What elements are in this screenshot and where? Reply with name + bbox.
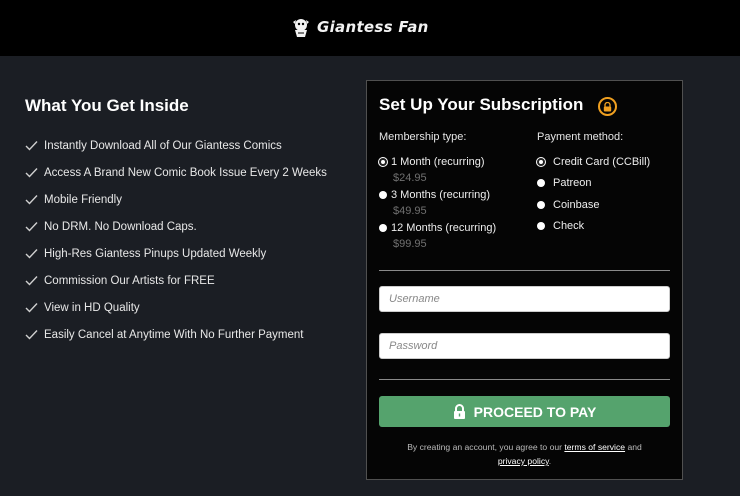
benefits-list: Instantly Download All of Our Giantess C… bbox=[25, 132, 355, 348]
checkmark-icon bbox=[25, 303, 38, 313]
terms-and: and bbox=[627, 442, 642, 452]
benefit-text: View in HD Quality bbox=[44, 301, 140, 314]
radio-icon[interactable] bbox=[537, 179, 545, 187]
benefits-section: What You Get Inside Instantly Download A… bbox=[25, 96, 355, 348]
benefit-item: No DRM. No Download Caps. bbox=[25, 213, 355, 240]
benefit-item: Commission Our Artists for FREE bbox=[25, 267, 355, 294]
terms-notice: By creating an account, you agree to our… bbox=[379, 440, 670, 468]
plan-label: 1 Month (recurring) bbox=[391, 156, 485, 168]
checkmark-icon bbox=[25, 222, 38, 232]
benefit-text: High-Res Giantess Pinups Updated Weekly bbox=[44, 247, 267, 260]
checkmark-icon bbox=[25, 330, 38, 340]
radio-icon[interactable] bbox=[379, 224, 387, 232]
payment-label: Check bbox=[553, 220, 585, 232]
benefit-text: Instantly Download All of Our Giantess C… bbox=[44, 139, 282, 152]
password-input[interactable] bbox=[379, 333, 670, 359]
radio-icon[interactable] bbox=[537, 222, 545, 230]
payment-method-label: Payment method: bbox=[537, 131, 624, 143]
membership-type-label: Membership type: bbox=[379, 131, 467, 143]
subscription-title: Set Up Your Subscription bbox=[379, 95, 584, 114]
benefits-title: What You Get Inside bbox=[25, 96, 189, 115]
plan-12-months-radio[interactable]: 12 Months (recurring) bbox=[379, 222, 496, 234]
benefit-item: High-Res Giantess Pinups Updated Weekly bbox=[25, 240, 355, 267]
lock-icon bbox=[598, 97, 617, 116]
plan-label: 12 Months (recurring) bbox=[391, 222, 497, 234]
payment-label: Coinbase bbox=[553, 199, 600, 211]
radio-selected-icon[interactable] bbox=[537, 158, 545, 166]
plan-3-months-radio[interactable]: 3 Months (recurring) bbox=[379, 189, 490, 201]
subscription-panel: Set Up Your Subscription Membership type… bbox=[366, 80, 683, 480]
payment-patreon-radio[interactable]: Patreon bbox=[537, 177, 592, 189]
payment-label: Credit Card (CCBill) bbox=[553, 156, 651, 168]
checkmark-icon bbox=[25, 141, 38, 151]
plan-1-month-radio[interactable]: 1 Month (recurring) bbox=[379, 156, 485, 168]
benefit-text: No DRM. No Download Caps. bbox=[44, 220, 197, 233]
benefit-item: Mobile Friendly bbox=[25, 186, 355, 213]
payment-coinbase-radio[interactable]: Coinbase bbox=[537, 199, 599, 211]
radio-selected-icon[interactable] bbox=[379, 158, 387, 166]
benefit-text: Access A Brand New Comic Book Issue Ever… bbox=[44, 166, 327, 179]
proceed-to-pay-button[interactable]: PROCEED TO PAY bbox=[379, 396, 670, 427]
radio-icon[interactable] bbox=[379, 191, 387, 199]
mascot-icon bbox=[293, 19, 309, 37]
terms-prefix: By creating an account, you agree to our bbox=[407, 442, 562, 452]
payment-credit-card-radio[interactable]: Credit Card (CCBill) bbox=[537, 156, 650, 168]
plan-price: $99.95 bbox=[393, 238, 427, 250]
terms-of-service-link[interactable]: terms of service bbox=[564, 442, 625, 452]
benefit-text: Commission Our Artists for FREE bbox=[44, 274, 215, 287]
site-logo[interactable]: Giantess Fan bbox=[290, 13, 429, 41]
checkmark-icon bbox=[25, 168, 38, 178]
payment-check-radio[interactable]: Check bbox=[537, 220, 584, 232]
lock-icon bbox=[453, 404, 465, 419]
benefit-item: View in HD Quality bbox=[25, 294, 355, 321]
benefit-text: Mobile Friendly bbox=[44, 193, 122, 206]
checkmark-icon bbox=[25, 249, 38, 259]
logo-text: Giantess Fan bbox=[317, 18, 429, 36]
divider bbox=[379, 379, 670, 380]
proceed-to-pay-label: PROCEED TO PAY bbox=[473, 403, 597, 420]
terms-suffix: . bbox=[548, 456, 552, 466]
privacy-policy-link[interactable]: privacy policy bbox=[498, 456, 549, 466]
checkmark-icon bbox=[25, 276, 38, 286]
username-input[interactable] bbox=[379, 286, 670, 312]
benefit-item: Easily Cancel at Anytime With No Further… bbox=[25, 321, 355, 348]
checkmark-icon bbox=[25, 195, 38, 205]
plan-label: 3 Months (recurring) bbox=[391, 189, 491, 201]
benefit-text: Easily Cancel at Anytime With No Further… bbox=[44, 328, 304, 341]
radio-icon[interactable] bbox=[537, 201, 545, 209]
divider bbox=[379, 270, 670, 271]
plan-price: $49.95 bbox=[393, 205, 427, 217]
payment-label: Patreon bbox=[553, 177, 592, 189]
plan-price: $24.95 bbox=[393, 172, 427, 184]
benefit-item: Instantly Download All of Our Giantess C… bbox=[25, 132, 355, 159]
benefit-item: Access A Brand New Comic Book Issue Ever… bbox=[25, 159, 355, 186]
top-bar: Giantess Fan bbox=[0, 0, 740, 56]
